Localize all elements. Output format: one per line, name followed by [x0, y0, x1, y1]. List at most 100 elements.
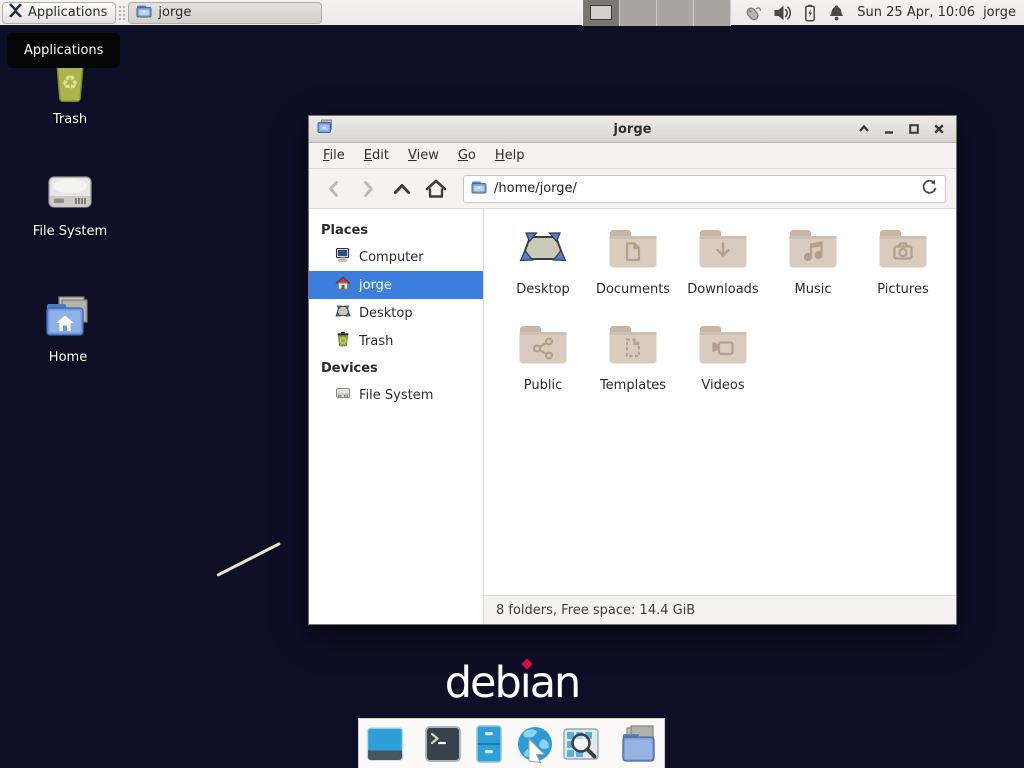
desktop: Applications jorge [0, 0, 1024, 768]
location-folder-icon [471, 179, 487, 199]
panel-user-indicator[interactable]: jorge [983, 5, 1016, 20]
workspace-4[interactable] [694, 0, 731, 26]
debian-wordmark: debıan [0, 658, 1024, 708]
sidebar-item-computer[interactable]: Computer [309, 243, 483, 271]
desktop-icon-label: Trash [53, 112, 87, 127]
pictures-folder-icon [879, 229, 927, 273]
sidebar-item-label: Trash [359, 334, 393, 349]
videos-folder-icon [699, 325, 747, 369]
menu-go[interactable]: Go [450, 145, 484, 166]
file-item-music[interactable]: Music [768, 221, 858, 317]
notifications-bell-tray-icon[interactable] [828, 4, 845, 22]
directory-folder-icon [619, 724, 659, 764]
sidebar-item-label: Computer [359, 250, 424, 265]
documents-folder-icon [609, 229, 657, 273]
desktop-icon-file-system[interactable]: File System [18, 173, 122, 239]
svg-text:♻: ♻ [61, 72, 78, 94]
file-item-documents[interactable]: Documents [588, 221, 678, 317]
window-icon [317, 119, 333, 139]
mouse-settings-tray-icon[interactable] [743, 4, 762, 22]
sidebar-item-trash[interactable]: Trash [309, 327, 483, 355]
back-button[interactable] [319, 175, 349, 203]
maximize-button[interactable] [905, 120, 923, 138]
applications-menu-button[interactable]: Applications [2, 2, 116, 24]
file-item-public[interactable]: Public [498, 317, 588, 413]
file-item-pictures[interactable]: Pictures [858, 221, 948, 317]
volume-tray-icon[interactable] [773, 4, 792, 22]
desktop-icon-home[interactable]: Home [16, 295, 120, 365]
application-finder-launcher[interactable] [561, 723, 601, 765]
trash-mini-icon [335, 331, 351, 351]
location-bar[interactable]: /home/jorge/ [463, 175, 946, 203]
bottom-dock-panel [358, 718, 665, 768]
menu-help[interactable]: Help [487, 145, 533, 166]
workspace-3[interactable] [657, 0, 694, 26]
file-item-downloads[interactable]: Downloads [678, 221, 768, 317]
desktop-mini-icon [335, 303, 351, 323]
home-button[interactable] [421, 175, 451, 203]
window-titlebar[interactable]: jorge [309, 116, 956, 143]
terminal-icon [423, 724, 463, 764]
shade-button[interactable] [855, 120, 873, 138]
forward-button[interactable] [353, 175, 383, 203]
desktop-special-icon [519, 229, 567, 273]
workspace-switcher[interactable] [582, 0, 731, 26]
system-tray [731, 4, 855, 22]
workspace-1[interactable] [583, 0, 620, 26]
web-browser-globe-icon [515, 724, 555, 764]
file-item-label: Pictures [877, 282, 928, 297]
wordmark-text: deb [445, 658, 520, 708]
up-button[interactable] [387, 175, 417, 203]
workspace-2[interactable] [620, 0, 657, 26]
wordmark-i: ı [520, 658, 530, 708]
minimize-button[interactable] [880, 120, 898, 138]
sidebar-item-desktop[interactable]: Desktop [309, 299, 483, 327]
menu-bar: File Edit View Go Help [309, 143, 956, 169]
battery-charging-tray-icon[interactable] [803, 4, 817, 22]
home-folder-icon [43, 295, 93, 345]
status-bar: 8 folders, Free space: 14.4 GiB [484, 595, 956, 624]
file-item-desktop[interactable]: Desktop [498, 221, 588, 317]
location-path[interactable]: /home/jorge/ [494, 181, 914, 196]
menu-view[interactable]: View [400, 145, 447, 166]
file-manager-window: jorge File Edit View Go Help [308, 115, 957, 625]
menu-file[interactable]: File [315, 145, 353, 166]
hard-drive-icon [46, 173, 94, 219]
templates-folder-icon [609, 325, 657, 369]
panel-clock[interactable]: Sun 25 Apr, 10:06 [857, 5, 975, 20]
web-browser-launcher[interactable] [515, 723, 555, 765]
file-item-templates[interactable]: Templates [588, 317, 678, 413]
file-item-label: Desktop [516, 282, 570, 297]
taskbar-window-icon [136, 3, 152, 23]
file-cabinet-icon [469, 724, 509, 764]
taskbar-window-button[interactable]: jorge [128, 2, 322, 24]
directory-menu-launcher[interactable] [619, 723, 659, 765]
show-desktop-button[interactable] [365, 723, 405, 765]
file-manager-launcher[interactable] [469, 723, 509, 765]
panel-separator-handle[interactable] [118, 5, 126, 21]
taskbar-window-label: jorge [158, 5, 191, 20]
folder-icon-view[interactable]: Desktop Documents [484, 209, 956, 595]
music-folder-icon [789, 229, 837, 273]
home-icon [335, 275, 351, 295]
show-desktop-icon [365, 724, 405, 764]
file-item-label: Videos [701, 378, 744, 393]
close-button[interactable] [930, 120, 948, 138]
reload-icon[interactable] [921, 178, 938, 199]
terminal-launcher[interactable] [423, 723, 463, 765]
status-text: 8 folders, Free space: 14.4 GiB [496, 603, 695, 618]
drive-mini-icon [335, 385, 351, 405]
sidebar-header-devices: Devices [309, 355, 483, 381]
menu-edit[interactable]: Edit [356, 145, 397, 166]
file-item-label: Public [524, 378, 562, 393]
wordmark-text: an [530, 658, 580, 708]
sidebar-item-jorge[interactable]: jorge [309, 271, 483, 299]
sidebar-item-file-system[interactable]: File System [309, 381, 483, 409]
top-panel: Applications jorge [0, 0, 1024, 26]
toolbar: /home/jorge/ [309, 169, 956, 209]
sidebar-header-places: Places [309, 217, 483, 243]
stray-paint-line [216, 542, 281, 577]
desktop-icon-label: File System [33, 224, 107, 239]
file-item-videos[interactable]: Videos [678, 317, 768, 413]
public-folder-icon [519, 325, 567, 369]
